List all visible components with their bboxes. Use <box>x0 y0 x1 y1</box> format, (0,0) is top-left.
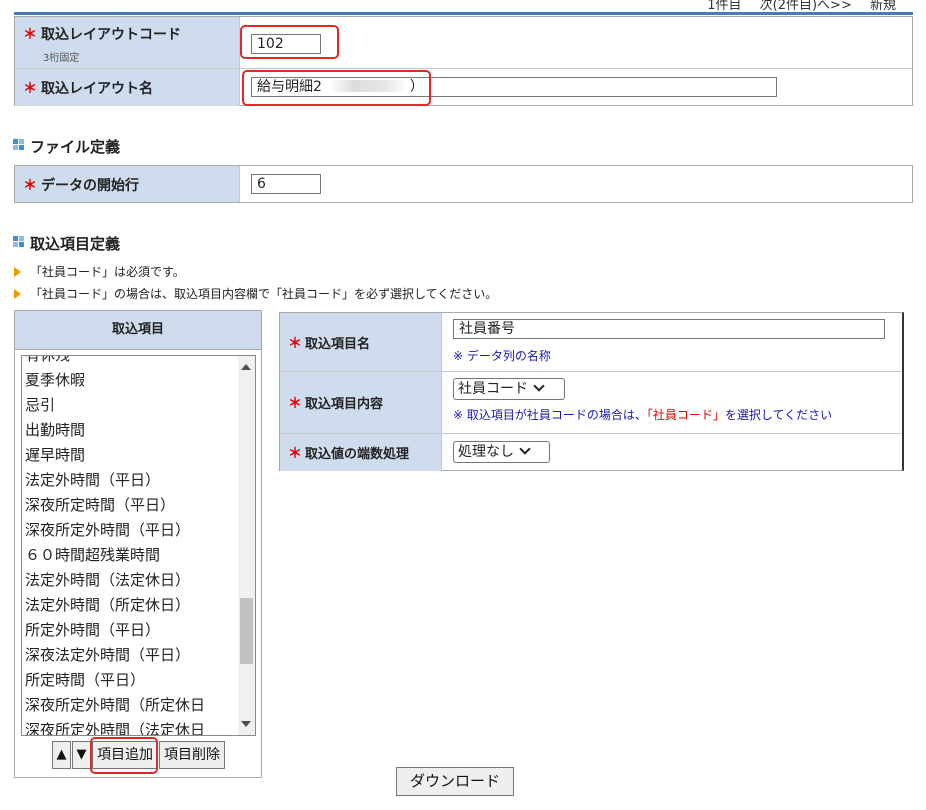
scroll-down-arrow-icon[interactable] <box>241 721 251 727</box>
highlight-code <box>240 25 339 59</box>
hint-text: を選択してください <box>724 408 833 422</box>
list-item[interactable]: 出勤時間 <box>25 418 205 443</box>
note-required: 「社員コード」は必須です。 <box>30 265 185 279</box>
item-name-input[interactable]: 社員番号 <box>453 319 885 339</box>
start-row-input[interactable]: 6 <box>251 174 321 194</box>
required-mark: ＊ <box>288 336 302 352</box>
move-up-button[interactable]: ▲ <box>52 741 71 769</box>
item-content-label: 取込項目内容 <box>305 397 384 412</box>
layout-name-label-cell: ＊ 取込レイアウト名 <box>15 69 240 106</box>
layout-form: ＊ 取込レイアウトコード 3桁固定 102 ＊ 取込レイアウト名 給与明細2） <box>14 16 913 106</box>
list-item[interactable]: 深夜所定外時間（法定休日 <box>25 718 205 735</box>
list-item[interactable]: ６０時間超残業時間 <box>25 543 205 568</box>
note-arrow-icon <box>14 267 21 277</box>
list-item[interactable]: 所定外時間（平日） <box>25 618 205 643</box>
item-name-label: 取込項目名 <box>305 337 371 352</box>
list-item[interactable]: 法定外時間（平日） <box>25 468 205 493</box>
hint-text: ※ 取込項目が社員コードの場合は、 <box>453 408 647 422</box>
note-select: 「社員コード」の場合は、取込項目内容欄で「社員コード」を必ず選択してください。 <box>30 287 498 301</box>
chevron-down-icon <box>519 443 531 455</box>
list-scrollbar[interactable] <box>238 356 255 735</box>
file-def-title: ファイル定義 <box>30 138 121 156</box>
item-name-label-cell: ＊ 取込項目名 <box>280 313 442 371</box>
item-content-label-cell: ＊ 取込項目内容 <box>280 372 442 434</box>
list-item[interactable]: 法定外時間（所定休日） <box>25 593 205 618</box>
item-name-hint: ※ データ列の名称 <box>453 349 551 363</box>
start-row-label: データの開始行 <box>41 178 139 194</box>
required-mark: ＊ <box>23 81 37 97</box>
layout-code-label-cell: ＊ 取込レイアウトコード 3桁固定 <box>15 17 240 68</box>
item-list-panel: 取込項目 有休残 夏季休暇 忌引 出勤時間 遅早時間 法定外時間（平日） 深夜所… <box>14 310 262 778</box>
item-list-header: 取込項目 <box>15 311 261 350</box>
move-down-button[interactable]: ▼ <box>72 741 91 769</box>
rounding-select[interactable]: 処理なし <box>453 441 550 463</box>
item-content-row: ＊ 取込項目内容 社員コード ※ 取込項目が社員コードの場合は、「社員コード」を… <box>280 371 902 434</box>
file-def-form: ＊ データの開始行 6 <box>14 165 913 203</box>
item-content-hint: ※ 取込項目が社員コードの場合は、「社員コード」を選択してください <box>453 406 832 423</box>
item-listbox[interactable]: 有休残 夏季休暇 忌引 出勤時間 遅早時間 法定外時間（平日） 深夜所定時間（平… <box>21 355 256 736</box>
list-item[interactable]: 遅早時間 <box>25 443 205 468</box>
required-mark: ＊ <box>288 446 302 462</box>
list-item[interactable]: 法定外時間（法定休日） <box>25 568 205 593</box>
layout-code-label: 取込レイアウトコード <box>41 27 181 43</box>
download-button[interactable]: ダウンロード <box>396 767 514 796</box>
list-item[interactable]: 深夜法定外時間（平日） <box>25 643 205 668</box>
delete-item-button[interactable]: 項目削除 <box>159 741 225 769</box>
list-item[interactable]: 深夜所定外時間（所定休日 <box>25 693 205 718</box>
item-list: 有休残 夏季休暇 忌引 出勤時間 遅早時間 法定外時間（平日） 深夜所定時間（平… <box>25 356 205 735</box>
list-item[interactable]: 深夜所定時間（平日） <box>25 493 205 518</box>
list-item[interactable]: 深夜所定外時間（平日） <box>25 518 205 543</box>
list-item[interactable]: 有休残 <box>25 356 205 368</box>
section-grid-icon <box>13 236 25 248</box>
rounding-label: 取込値の端数処理 <box>305 447 410 462</box>
chevron-down-icon <box>533 380 545 392</box>
layout-code-row: ＊ 取込レイアウトコード 3桁固定 102 <box>15 17 912 68</box>
scrollbar-thumb[interactable] <box>240 598 253 664</box>
highlight-name <box>242 70 431 106</box>
item-content-select[interactable]: 社員コード <box>453 378 565 400</box>
item-name-row: ＊ 取込項目名 社員番号 ※ データ列の名称 <box>280 313 902 371</box>
hint-highlight: 「社員コード」 <box>646 408 725 422</box>
required-mark: ＊ <box>23 27 37 43</box>
item-def-title: 取込項目定義 <box>30 235 121 253</box>
rounding-label-cell: ＊ 取込値の端数処理 <box>280 434 442 471</box>
note-arrow-icon <box>14 289 21 299</box>
rounding-row: ＊ 取込値の端数処理 処理なし <box>280 433 902 471</box>
item-detail-form: ＊ 取込項目名 社員番号 ※ データ列の名称 ＊ 取込項目内容 社員コード ※ … <box>279 312 904 471</box>
section-grid-icon <box>13 139 25 151</box>
item-content-value: 社員コード <box>458 381 528 397</box>
start-row-label-cell: ＊ データの開始行 <box>15 166 240 202</box>
rounding-value: 処理なし <box>458 444 514 460</box>
layout-code-sublabel: 3桁固定 <box>43 53 80 64</box>
list-item[interactable]: 夏季休暇 <box>25 368 205 393</box>
header-divider <box>14 12 913 15</box>
scroll-up-arrow-icon[interactable] <box>241 364 251 370</box>
layout-name-label: 取込レイアウト名 <box>41 81 153 97</box>
list-item[interactable]: 所定時間（平日） <box>25 668 205 693</box>
layout-name-row: ＊ 取込レイアウト名 給与明細2） <box>15 68 912 106</box>
highlight-add-button <box>90 737 158 774</box>
start-row-row: ＊ データの開始行 6 <box>15 166 912 202</box>
required-mark: ＊ <box>288 396 302 412</box>
required-mark: ＊ <box>23 178 37 194</box>
list-item[interactable]: 忌引 <box>25 393 205 418</box>
